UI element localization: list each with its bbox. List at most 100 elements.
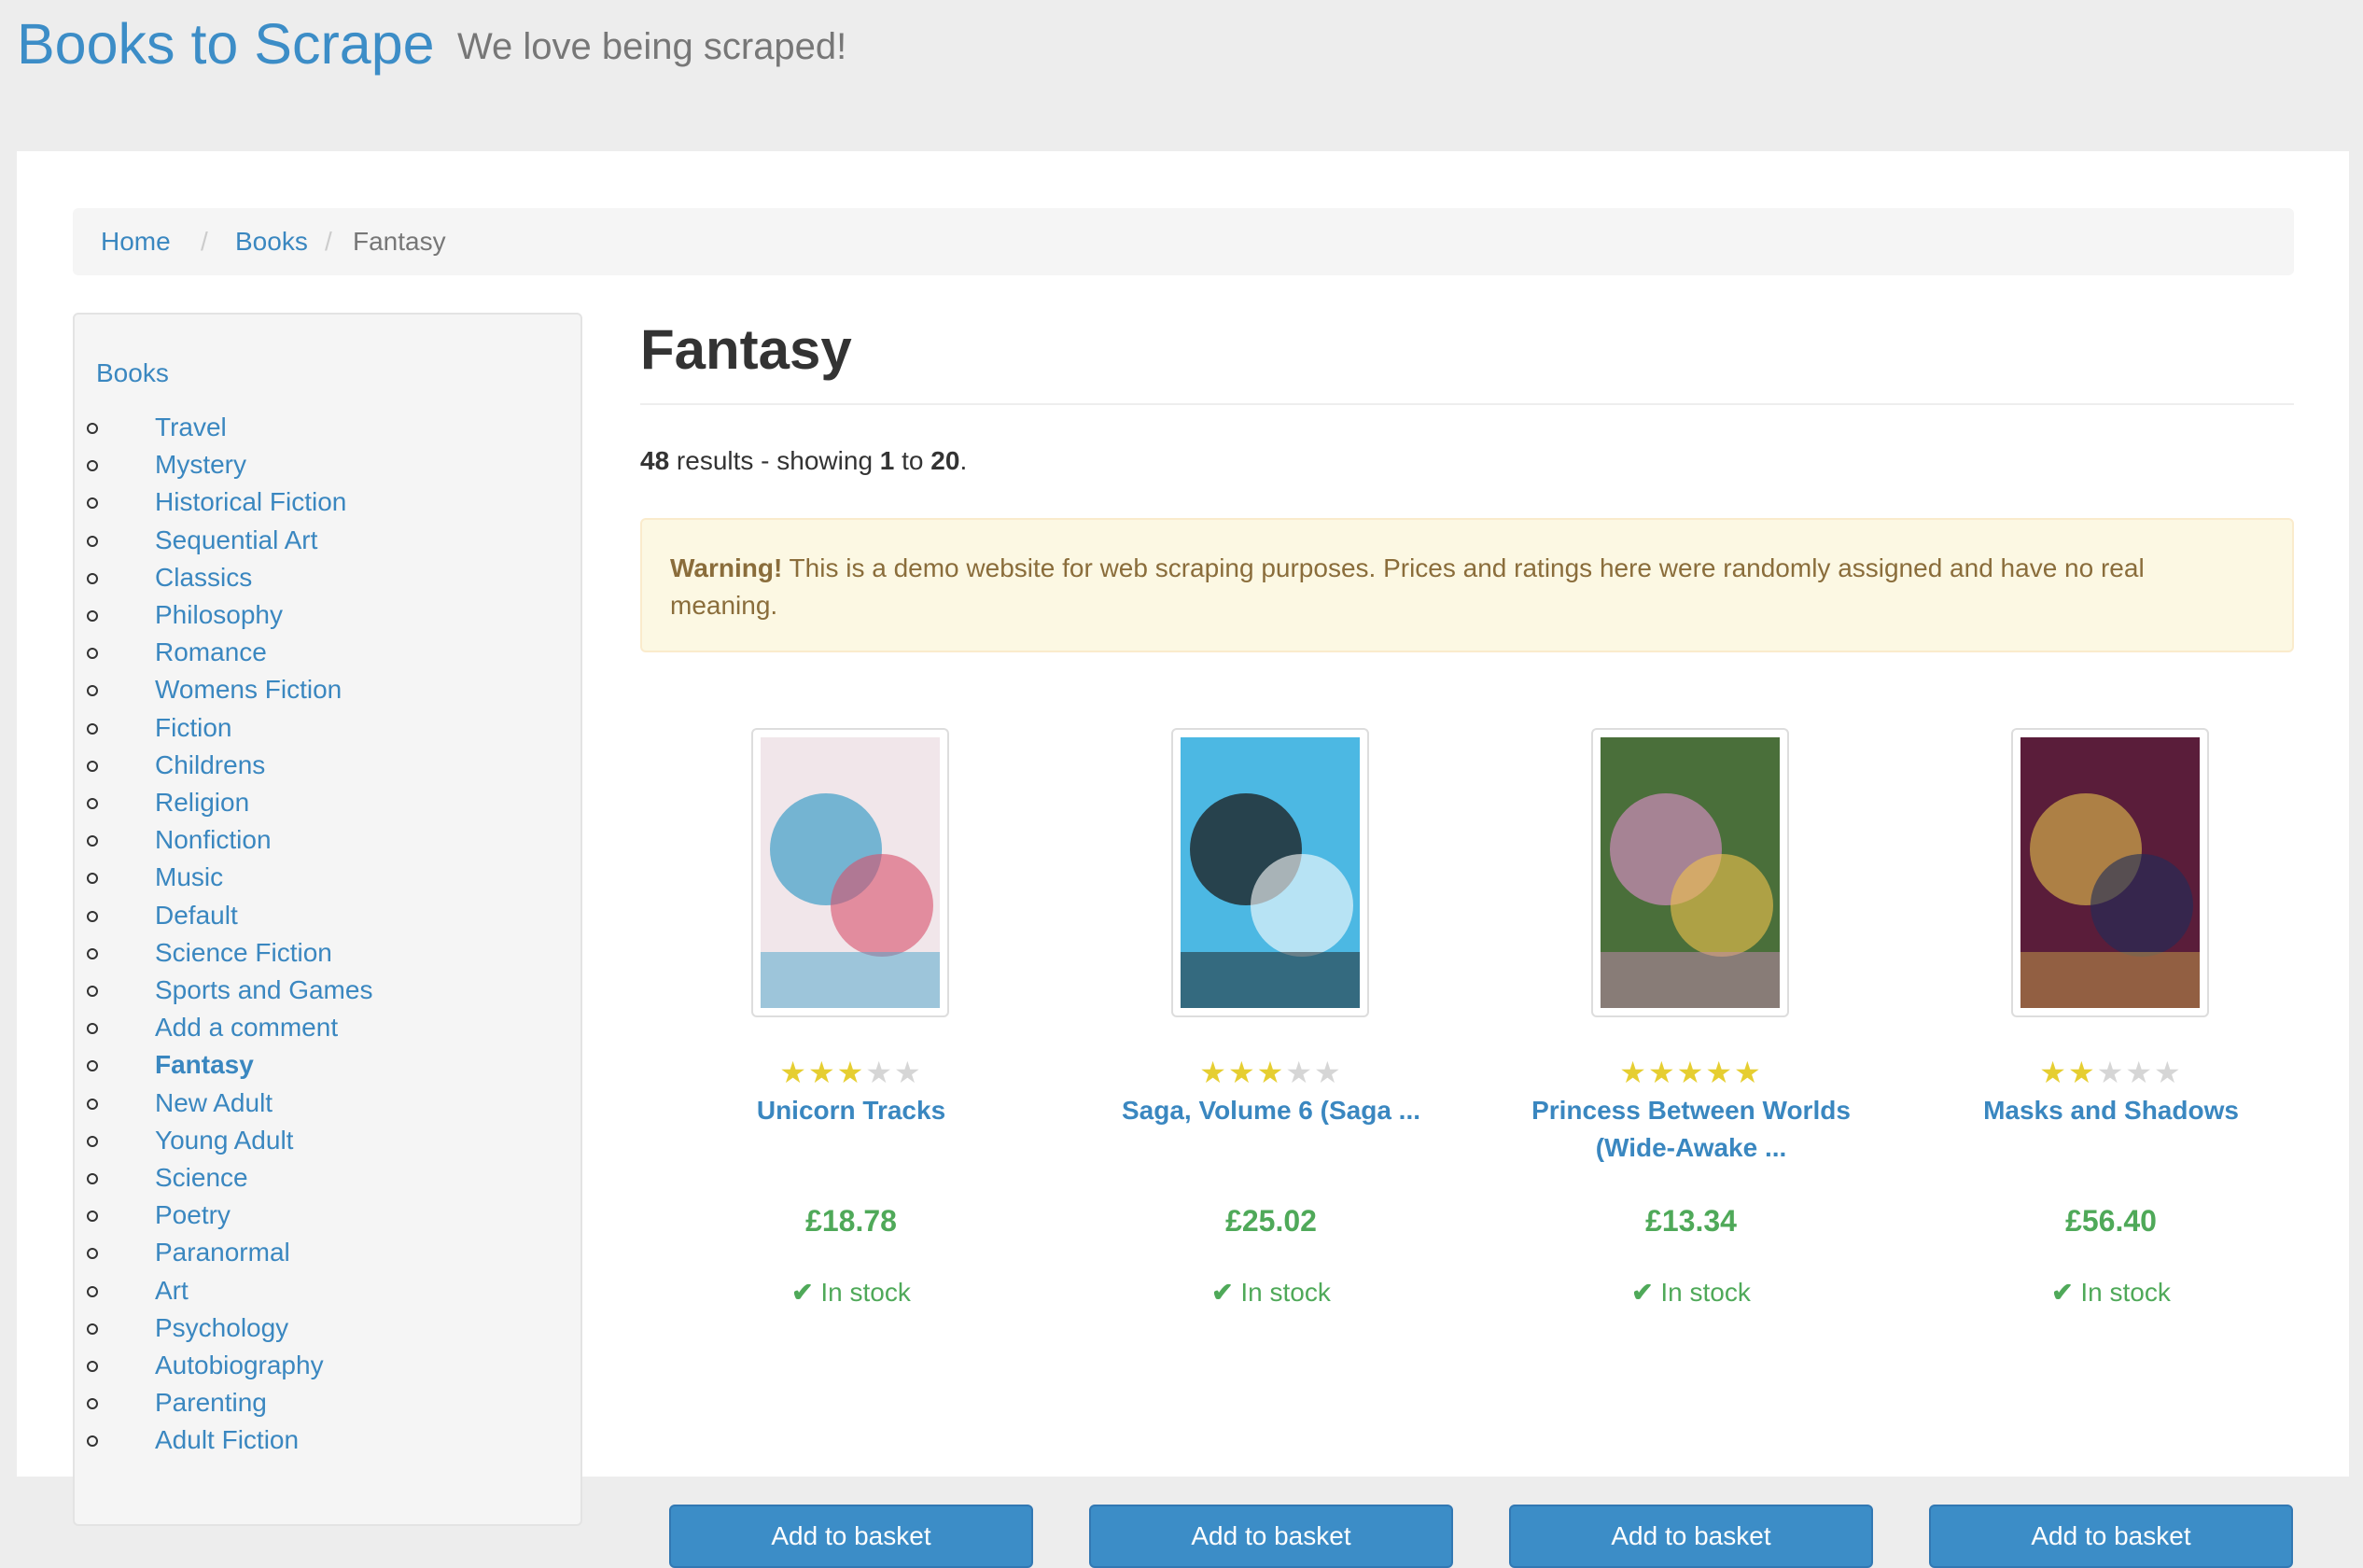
check-icon: ✔ <box>1211 1278 1241 1307</box>
alert-strong: Warning! <box>670 553 783 582</box>
check-icon: ✔ <box>791 1278 821 1307</box>
star-icon: ★ <box>1619 1056 1648 1089</box>
page-title: Fantasy <box>640 318 852 381</box>
breadcrumb-home[interactable]: Home <box>101 227 171 257</box>
brand-link[interactable]: Books to Scrape <box>17 11 435 77</box>
star-rating: ★★★★★ <box>669 1055 1033 1090</box>
product-title-link[interactable]: Princess Between Worlds (Wide-Awake ... <box>1509 1092 1873 1167</box>
bullet-icon <box>87 572 98 584</box>
check-icon: ✔ <box>2051 1278 2081 1307</box>
sidebar-category-link[interactable]: Music <box>155 861 223 894</box>
product-title-link[interactable]: Saga, Volume 6 (Saga ... <box>1089 1092 1453 1129</box>
bullet-icon <box>87 722 98 735</box>
availability-text: In stock <box>1240 1278 1331 1307</box>
star-icon: ★ <box>2154 1056 2183 1089</box>
star-icon: ★ <box>1647 1056 1677 1089</box>
product-price: £25.02 <box>1225 1204 1317 1238</box>
sidebar-category-link[interactable]: New Adult <box>155 1086 273 1120</box>
availability: ✔ In stock <box>1509 1277 1873 1308</box>
sidebar-category-link[interactable]: Paranormal <box>155 1236 290 1269</box>
product-card: ★★★★★ Saga, Volume 6 (Saga ... £25.02 ✔ In … <box>1089 728 1453 1568</box>
bullet-icon <box>87 798 98 809</box>
bullet-icon <box>87 986 98 997</box>
add-to-basket-button[interactable]: Add to basket <box>1509 1505 1873 1568</box>
product-title-link[interactable]: Unicorn Tracks <box>669 1092 1033 1129</box>
breadcrumb-books[interactable]: Books <box>235 227 308 257</box>
sidebar-category-link[interactable]: Science <box>155 1161 248 1195</box>
product-thumbnail[interactable] <box>751 728 949 1017</box>
star-icon: ★ <box>807 1056 837 1089</box>
divider <box>640 403 2294 405</box>
availability-text: In stock <box>820 1278 911 1307</box>
sidebar-category-link[interactable]: Adult Fiction <box>155 1423 299 1457</box>
results-from: 1 <box>879 446 895 475</box>
bullet-icon <box>87 1323 98 1335</box>
breadcrumb-separator: / <box>325 227 332 256</box>
add-to-basket-button[interactable]: Add to basket <box>1089 1505 1453 1568</box>
sidebar-category-link[interactable]: Nonfiction <box>155 823 272 857</box>
add-to-basket-button[interactable]: Add to basket <box>669 1505 1033 1568</box>
star-icon: ★ <box>779 1056 808 1089</box>
sidebar-category-link[interactable]: Poetry <box>155 1198 231 1232</box>
star-rating: ★★★★★ <box>1929 1055 2293 1090</box>
sidebar-category-link[interactable]: Add a comment <box>155 1011 338 1044</box>
sidebar-category-link[interactable]: Religion <box>155 786 249 819</box>
sidebar-category-link[interactable]: Young Adult <box>155 1124 293 1157</box>
star-icon: ★ <box>865 1056 895 1089</box>
sidebar-category-link[interactable]: Mystery <box>155 448 246 482</box>
star-icon: ★ <box>1705 1056 1735 1089</box>
availability: ✔ In stock <box>669 1277 1033 1308</box>
sidebar-books-link[interactable]: Books <box>96 358 169 388</box>
sidebar-category-link[interactable]: Science Fiction <box>155 936 332 970</box>
alert-message: This is a demo website for web scraping … <box>670 553 2145 620</box>
bullet-icon <box>87 1285 98 1297</box>
product-thumbnail[interactable] <box>1171 728 1369 1017</box>
add-to-basket-button[interactable]: Add to basket <box>1929 1505 2293 1568</box>
product-price: £18.78 <box>805 1204 897 1238</box>
star-icon: ★ <box>2096 1056 2126 1089</box>
product-thumbnail[interactable] <box>1591 728 1789 1017</box>
sidebar-category-link[interactable]: Sports and Games <box>155 973 372 1007</box>
product-price: £56.40 <box>2065 1204 2157 1238</box>
book-cover-image <box>1181 737 1360 1008</box>
sidebar-category-link[interactable]: Philosophy <box>155 598 283 632</box>
star-icon: ★ <box>894 1056 923 1089</box>
product-title-link[interactable]: Masks and Shadows <box>1929 1092 2293 1129</box>
sidebar-category-link[interactable]: Parenting <box>155 1386 267 1420</box>
sidebar-category-link[interactable]: Womens Fiction <box>155 673 342 707</box>
availability: ✔ In stock <box>1929 1277 2293 1308</box>
sidebar-category-link[interactable]: Default <box>155 899 238 932</box>
sidebar-category-link[interactable]: Romance <box>155 636 267 669</box>
availability-text: In stock <box>2080 1278 2171 1307</box>
bullet-icon <box>87 1135 98 1147</box>
bullet-icon <box>87 760 98 772</box>
sidebar-category-link[interactable]: Fantasy <box>155 1048 254 1082</box>
star-icon: ★ <box>1314 1056 1343 1089</box>
sidebar-category-link[interactable]: Art <box>155 1274 189 1308</box>
availability: ✔ In stock <box>1089 1277 1453 1308</box>
bullet-icon <box>87 1361 98 1372</box>
sidebar-category-link[interactable]: Autobiography <box>155 1349 324 1382</box>
sidebar-category-link[interactable]: Historical Fiction <box>155 485 346 519</box>
sidebar-category-link[interactable]: Psychology <box>155 1311 288 1345</box>
star-icon: ★ <box>2067 1056 2097 1089</box>
star-icon: ★ <box>1734 1056 1763 1089</box>
bullet-icon <box>87 1173 98 1184</box>
sidebar-category-link[interactable]: Classics <box>155 561 252 595</box>
sidebar-category-link[interactable]: Childrens <box>155 749 265 782</box>
star-icon: ★ <box>1676 1056 1706 1089</box>
breadcrumb-separator: / <box>201 227 208 256</box>
results-text: . <box>959 446 968 475</box>
alert-text: Warning! This is a demo website for web … <box>670 550 2257 624</box>
product-thumbnail[interactable] <box>2011 728 2209 1017</box>
product-card: ★★★★★ Masks and Shadows £56.40 ✔ In stock Ad… <box>1929 728 2293 1568</box>
star-icon: ★ <box>1256 1056 1286 1089</box>
sidebar-category-link[interactable]: Fiction <box>155 711 231 745</box>
site-header: Books to Scrape We love being scraped! <box>0 0 2363 151</box>
breadcrumb: Home / Books / Fantasy <box>73 208 2294 275</box>
star-icon: ★ <box>1285 1056 1315 1089</box>
results-text: to <box>894 446 931 475</box>
star-rating: ★★★★★ <box>1509 1055 1873 1090</box>
sidebar-category-link[interactable]: Sequential Art <box>155 524 317 557</box>
sidebar-category-link[interactable]: Travel <box>155 411 227 444</box>
